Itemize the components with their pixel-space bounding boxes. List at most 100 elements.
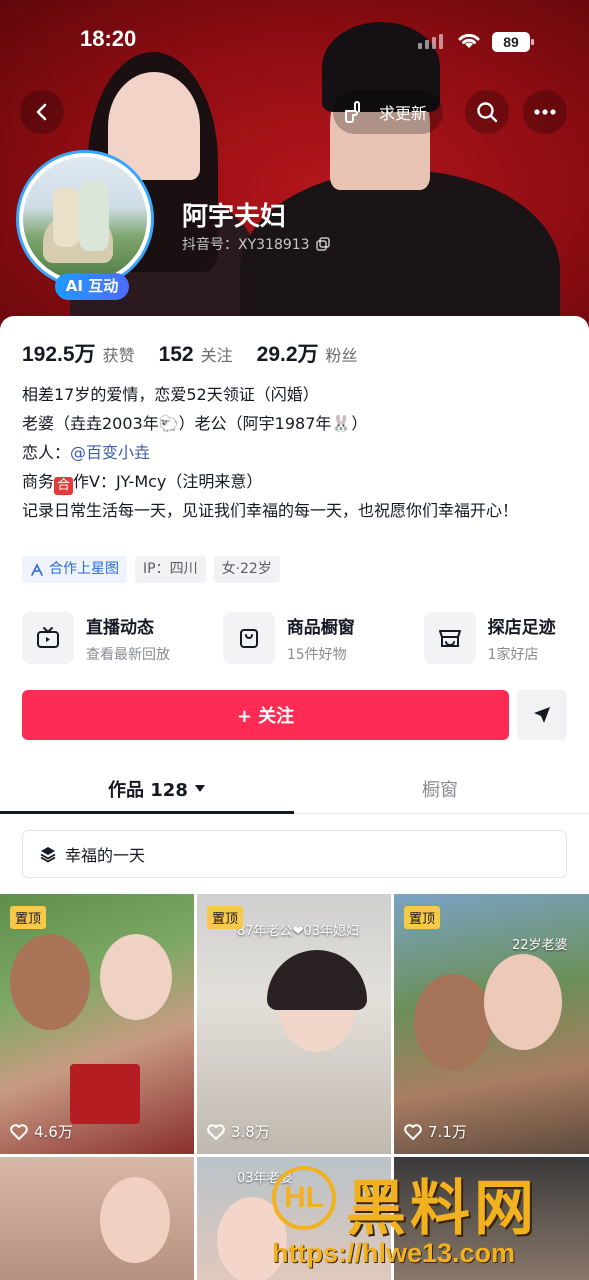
- rabbit-emoji: 🐰: [331, 414, 352, 433]
- he-emoji: 合: [54, 477, 74, 495]
- tv-icon: [22, 612, 74, 664]
- video-likes: 7.1万: [404, 1121, 467, 1142]
- bio-line-3: 恋人：@百变小垚: [22, 438, 572, 467]
- tag-gender-age-label: 女·22岁: [221, 561, 272, 577]
- status-time: 18:20: [80, 26, 137, 51]
- bio-line-2: 老婆（垚垚2003年🐑）老公（阿宇1987年🐰）: [22, 409, 572, 438]
- bio-line-4: 商务合作V：JY-Mcy（注明来意）: [22, 467, 572, 496]
- feature-live-subtitle: 查看最新回放: [86, 646, 170, 663]
- tag-ip-location: IP：四川: [135, 556, 206, 583]
- video-thumbnail-1[interactable]: 置顶 4.6万: [0, 894, 194, 1154]
- collection-label: 幸福的一天: [65, 846, 146, 865]
- more-button[interactable]: [523, 90, 567, 134]
- caret-down-icon: [194, 785, 205, 792]
- feature-entries: 直播动态 查看最新回放 商品橱窗 15件好物 探店足迹 1家好店: [22, 612, 572, 664]
- tab-works[interactable]: 作品 128: [108, 776, 206, 802]
- bio-line-2-mid: ）老公（阿宇1987年: [178, 414, 332, 433]
- stat-followers-value: 29.2万: [256, 343, 319, 366]
- follow-button[interactable]: + 关注: [22, 690, 509, 740]
- feature-live[interactable]: 直播动态 查看最新回放: [22, 612, 223, 664]
- layers-icon: [40, 847, 56, 863]
- stat-likes-label: 获赞: [102, 346, 135, 365]
- bio-line-1: 相差17岁的爱情，恋爱52天领证（闪婚）: [22, 385, 319, 404]
- tag-xingtu-label: 合作上星图: [49, 561, 119, 577]
- heart-icon: [404, 1123, 422, 1140]
- bio-line-4-pre: 商务: [22, 472, 55, 491]
- pinned-badge: 置顶: [404, 906, 441, 929]
- video-thumbnail-3[interactable]: 22岁老婆 置顶 7.1万: [394, 894, 589, 1154]
- partner-mention-link[interactable]: @百变小垚: [70, 443, 150, 462]
- stat-likes-value: 192.5万: [22, 343, 96, 366]
- bio-line-4-post: 作V：JY-Mcy（注明来意）: [73, 472, 263, 491]
- stat-following-value: 152: [158, 343, 194, 366]
- active-tab-indicator: [0, 811, 294, 814]
- profile-sheet: 192.5万 获赞 152 关注 29.2万 粉丝 相差17岁的爱情，恋爱52天…: [0, 316, 589, 1280]
- watermark-title: 黑料网: [346, 1174, 538, 1244]
- search-button[interactable]: [465, 90, 509, 134]
- request-update-button[interactable]: 求更新: [333, 90, 444, 134]
- avatar[interactable]: [16, 150, 154, 288]
- pinned-badge: 置顶: [10, 906, 47, 929]
- more-dots-icon: [534, 109, 556, 115]
- stat-followers-label: 粉丝: [325, 346, 358, 365]
- tab-shop-window[interactable]: 橱窗: [422, 776, 458, 802]
- stat-following-label: 关注: [200, 346, 233, 365]
- pinned-badge: 置顶: [207, 906, 244, 929]
- profile-stats: 192.5万 获赞 152 关注 29.2万 粉丝: [22, 338, 358, 368]
- store-icon: [423, 612, 476, 664]
- douyin-id[interactable]: 抖音号：XY318913: [182, 234, 330, 254]
- stat-followers[interactable]: 29.2万 粉丝: [257, 338, 358, 368]
- shopping-bag-icon: [222, 612, 275, 664]
- ai-interact-badge[interactable]: AI 互动: [55, 273, 129, 300]
- bio-line-2-pre: 老婆（垚垚2003年: [22, 414, 159, 433]
- sheep-emoji: 🐑: [158, 414, 179, 433]
- bio-line-2-post: ）: [351, 414, 368, 433]
- heart-icon: [10, 1123, 28, 1140]
- profile-tags: 合作上星图 IP：四川 女·22岁: [22, 556, 280, 583]
- feature-shop-subtitle: 15件好物: [286, 646, 347, 663]
- video-likes-count: 4.6万: [34, 1123, 73, 1141]
- share-button[interactable]: [517, 690, 567, 740]
- watermark-url: https://hlwe13.com: [272, 1238, 516, 1268]
- back-button[interactable]: [20, 90, 64, 134]
- star-map-icon: [31, 562, 43, 576]
- watermark-logo: HL: [272, 1166, 336, 1230]
- tab-works-label: 作品 128: [108, 780, 188, 801]
- tag-ip-label: IP：四川: [143, 561, 198, 577]
- tag-gender-age: 女·22岁: [213, 556, 280, 583]
- video-thumbnail-4[interactable]: [0, 1157, 194, 1280]
- video-thumbnail-2[interactable]: 87年老公❤03年媳妇 置顶 3.8万: [197, 894, 391, 1154]
- feature-shop-window[interactable]: 商品橱窗 15件好物: [222, 612, 424, 664]
- douyin-id-text: 抖音号：XY318913: [182, 237, 310, 253]
- avatar-photo: [23, 157, 147, 281]
- feature-shop-title: 商品橱窗: [286, 617, 355, 638]
- status-bar: 18:20 89: [0, 26, 589, 62]
- copy-icon[interactable]: [315, 237, 330, 251]
- wifi-icon: [458, 33, 480, 48]
- send-icon: [534, 707, 550, 723]
- chevron-left-icon: [36, 103, 47, 121]
- content-tabs: 作品 128 橱窗: [0, 764, 589, 814]
- video-likes-count: 3.8万: [231, 1123, 270, 1141]
- tag-xingtu[interactable]: 合作上星图: [22, 556, 127, 583]
- request-update-label: 求更新: [379, 104, 428, 123]
- collection-chip[interactable]: 幸福的一天: [22, 830, 567, 878]
- feature-store-visits[interactable]: 探店足迹 1家好店: [423, 612, 572, 664]
- feature-store-subtitle: 1家好店: [487, 646, 539, 663]
- banner-figure-man-body: [240, 170, 560, 340]
- search-icon: [477, 102, 498, 123]
- bio-line-3-pre: 恋人：: [22, 443, 71, 462]
- heart-icon: [207, 1123, 225, 1140]
- signal-icon: [418, 34, 443, 49]
- video-caption: 87年老公❤03年媳妇: [237, 924, 359, 939]
- feature-live-title: 直播动态: [86, 617, 154, 638]
- hand-point-icon: [345, 101, 360, 123]
- battery-indicator: 89: [492, 32, 534, 52]
- stat-likes[interactable]: 192.5万 获赞: [22, 338, 135, 368]
- video-caption: 22岁老婆: [512, 938, 568, 953]
- bio-line-5: 记录日常生活每一天，见证我们幸福的每一天，也祝愿你们幸福开心！: [22, 501, 519, 520]
- stat-following[interactable]: 152 关注: [159, 342, 233, 367]
- feature-store-title: 探店足迹: [487, 617, 556, 638]
- video-likes: 4.6万: [10, 1121, 73, 1142]
- profile-bio: 相差17岁的爱情，恋爱52天领证（闪婚） 老婆（垚垚2003年🐑）老公（阿宇19…: [22, 380, 572, 525]
